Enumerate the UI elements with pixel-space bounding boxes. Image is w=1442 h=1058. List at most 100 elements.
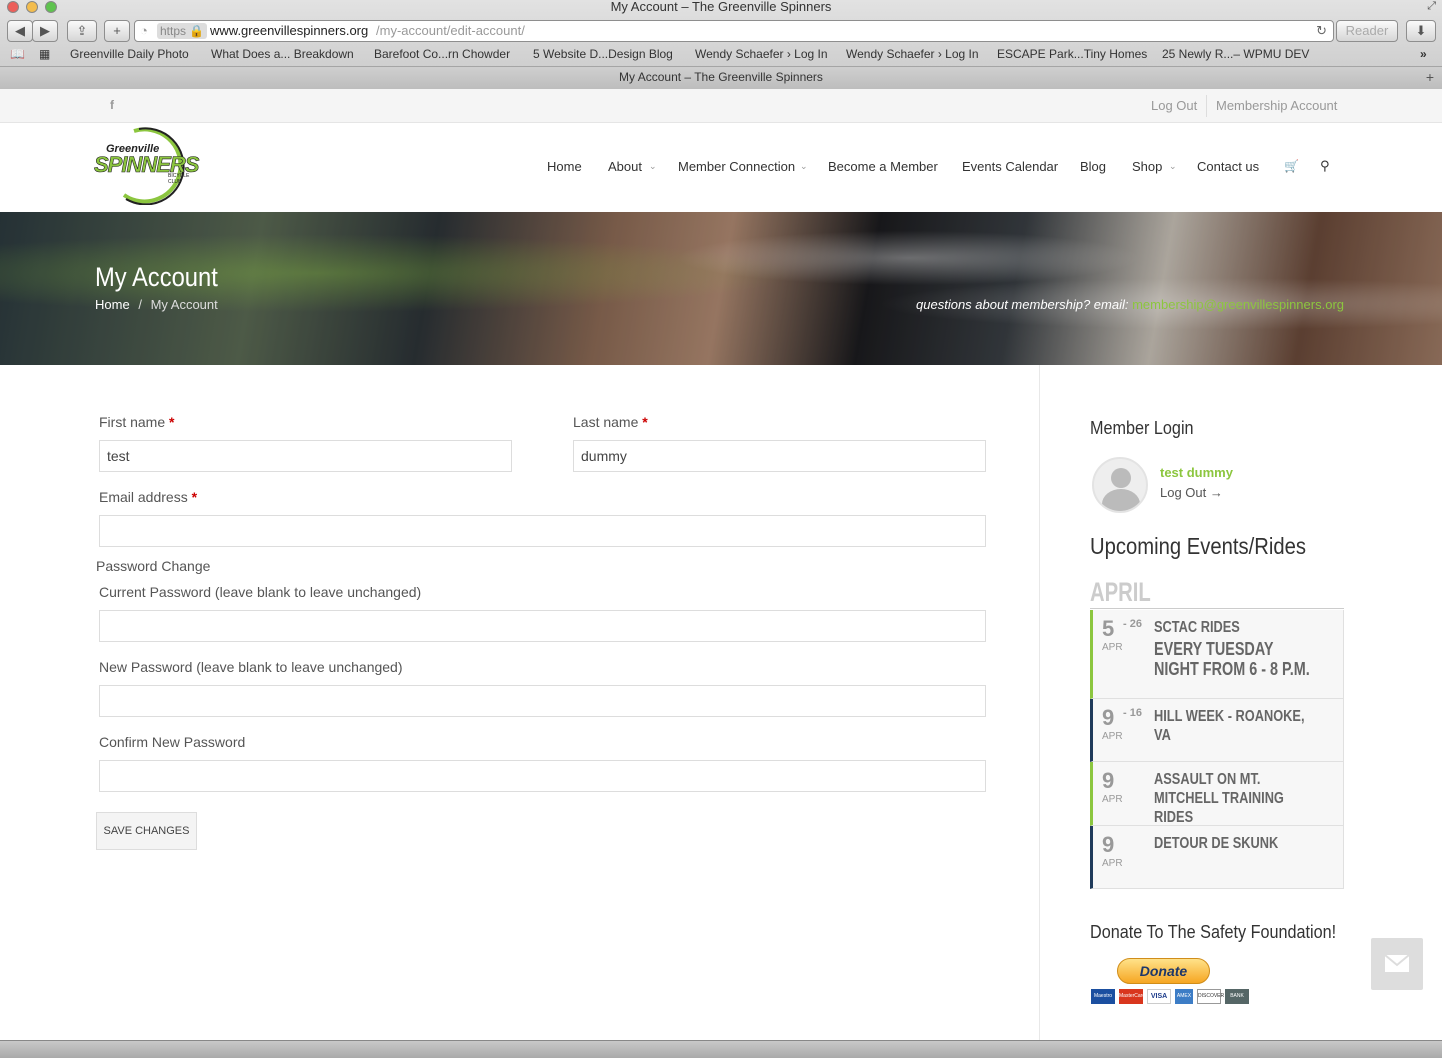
nav-blog[interactable]: Blog — [1080, 159, 1106, 174]
site-topbar: f Log Out Membership Account — [0, 89, 1442, 123]
nav-events-calendar[interactable]: Events Calendar — [962, 159, 1058, 174]
top-sites-icon[interactable]: ▦ — [39, 45, 50, 63]
site-header: Greenville SPINNERS BICYCLE CLUB Home Ab… — [0, 123, 1442, 212]
nav-shop[interactable]: Shop — [1132, 159, 1162, 174]
first-name-input[interactable]: test — [99, 440, 512, 472]
new-tab-icon[interactable]: + — [1426, 67, 1434, 88]
topbar-divider — [1206, 95, 1207, 117]
more-bookmarks-icon[interactable]: » — [1420, 45, 1427, 63]
cart-icon[interactable]: 🛒 — [1284, 159, 1299, 173]
avatar — [1092, 457, 1148, 513]
facebook-icon[interactable]: f — [110, 98, 114, 112]
reload-icon[interactable]: ↻ — [1316, 21, 1327, 41]
reader-button[interactable]: Reader — [1336, 20, 1398, 42]
bank-icon: BANK — [1225, 989, 1249, 1004]
share-icon: ⇪ — [76, 23, 88, 38]
zoom-window-icon[interactable] — [45, 1, 57, 13]
plus-icon: + — [113, 23, 121, 38]
status-strip — [0, 1040, 1442, 1058]
url-path: /my-account/edit-account/ — [376, 23, 525, 38]
mastercard-icon: MasterCard — [1119, 989, 1145, 1004]
close-window-icon[interactable] — [7, 1, 19, 13]
back-button[interactable]: ◀ — [7, 20, 33, 42]
minimize-window-icon[interactable] — [26, 1, 38, 13]
password-change-legend: Password Change — [96, 558, 211, 574]
browser-toolbar: ◀ ▶ ⇪ + ◔ https 🔒 www.greenvillespinners… — [0, 18, 1442, 44]
amex-card-icon: AMEX — [1175, 989, 1193, 1004]
bookmark-item[interactable]: What Does a... Breakdown — [211, 45, 354, 63]
donate-title: Donate To The Safety Foundation! — [1090, 922, 1337, 942]
envelope-icon — [1384, 954, 1410, 972]
events-month: APRIL — [1090, 577, 1151, 607]
loading-icon: ◔ — [140, 23, 148, 38]
bookmark-item[interactable]: 25 Newly R...– WPMU DEV — [1162, 45, 1309, 63]
email-input[interactable] — [99, 515, 986, 547]
membership-account-link[interactable]: Membership Account — [1216, 98, 1337, 113]
bookmark-item[interactable]: 5 Website D...Design Blog — [533, 45, 673, 63]
reading-list-icon[interactable]: 📖 — [10, 45, 25, 63]
arrow-left-icon: ◀ — [15, 23, 25, 38]
first-name-label: First name * — [99, 414, 175, 430]
bookmark-item[interactable]: Greenville Daily Photo — [70, 45, 189, 63]
nav-about[interactable]: About — [608, 159, 642, 174]
nav-contact-us[interactable]: Contact us — [1197, 159, 1259, 174]
nav-become-a-member[interactable]: Become a Member — [828, 159, 938, 174]
event-subtitle: EVERY TUESDAY NIGHT FROM 6 - 8 P.M. — [1154, 639, 1310, 679]
member-login-title: Member Login — [1090, 418, 1194, 438]
address-bar[interactable]: ◔ https 🔒 www.greenvillespinners.org /my… — [134, 20, 1334, 42]
last-name-label: Last name * — [573, 414, 648, 430]
contact-float-button[interactable] — [1371, 938, 1423, 990]
arrow-right-icon: ▶ — [40, 23, 50, 38]
sidebar-logout-link[interactable]: Log Out → — [1160, 485, 1223, 500]
page-hero: My Account Home / My Account questions a… — [0, 212, 1442, 365]
search-icon[interactable]: ⚲ — [1320, 158, 1330, 174]
save-changes-button[interactable]: SAVE CHANGES — [96, 812, 197, 850]
new-password-label: New Password (leave blank to leave uncha… — [99, 659, 403, 675]
bookmark-item[interactable]: Wendy Schaefer › Log In — [695, 45, 828, 63]
month-divider — [1090, 608, 1344, 609]
new-tab-button[interactable]: + — [104, 20, 130, 42]
visa-card-icon: VISA — [1147, 989, 1171, 1004]
event-title: ASSAULT ON MT. MITCHELL TRAINING RIDES — [1154, 771, 1284, 826]
download-icon: ⬇ — [1415, 23, 1427, 38]
event-item[interactable]: 9- 16 APR HILL WEEK - ROANOKE, VA — [1090, 699, 1344, 762]
chevron-down-icon: ⌄ — [1169, 161, 1177, 171]
tab-title[interactable]: My Account – The Greenville Spinners — [619, 70, 823, 84]
logout-link[interactable]: Log Out — [1151, 98, 1197, 113]
fullscreen-icon[interactable]: ⤢ — [1427, 0, 1436, 13]
nav-member-connection[interactable]: Member Connection — [678, 159, 795, 174]
confirm-password-input[interactable] — [99, 760, 986, 792]
chevron-down-icon: ⌄ — [649, 161, 657, 171]
share-button[interactable]: ⇪ — [67, 20, 97, 42]
forward-button[interactable]: ▶ — [32, 20, 58, 42]
breadcrumb-home[interactable]: Home — [95, 297, 130, 312]
event-item[interactable]: 9 APR DETOUR DE SKUNK — [1090, 826, 1344, 889]
window-title: My Account – The Greenville Spinners — [610, 0, 832, 14]
current-password-input[interactable] — [99, 610, 986, 642]
user-name-link[interactable]: test dummy — [1160, 465, 1233, 480]
logo-sub-text: BICYCLE CLUB — [168, 173, 190, 185]
confirm-password-label: Confirm New Password — [99, 734, 246, 750]
bookmark-item[interactable]: ESCAPE Park...Tiny Homes — [997, 45, 1147, 63]
breadcrumb: Home / My Account — [95, 297, 218, 312]
event-item[interactable]: 5- 26 APR SCTAC RIDES EVERY TUESDAY NIGHT … — [1090, 610, 1344, 699]
breadcrumb-current: My Account — [150, 297, 218, 312]
event-item[interactable]: 9 APR ASSAULT ON MT. MITCHELL TRAINING RI… — [1090, 762, 1344, 826]
membership-email-link[interactable]: membership@greenvillespinners.org — [1132, 297, 1344, 312]
page-title: My Account — [95, 262, 218, 292]
last-name-input[interactable]: dummy — [573, 440, 986, 472]
browser-chrome: My Account – The Greenville Spinners ⤢ ◀… — [0, 0, 1442, 89]
bookmark-item[interactable]: Barefoot Co...rn Chowder — [374, 45, 510, 63]
bookmark-item[interactable]: Wendy Schaefer › Log In — [846, 45, 979, 63]
event-title: HILL WEEK - ROANOKE, VA — [1154, 708, 1305, 744]
discover-card-icon: DISCOVER — [1197, 989, 1224, 1004]
event-title: SCTAC RIDES — [1154, 619, 1240, 636]
site-logo[interactable]: Greenville SPINNERS BICYCLE CLUB — [94, 125, 204, 206]
downloads-button[interactable]: ⬇ — [1406, 20, 1436, 42]
event-title: DETOUR DE SKUNK — [1154, 835, 1279, 852]
new-password-input[interactable] — [99, 685, 986, 717]
current-password-label: Current Password (leave blank to leave u… — [99, 584, 422, 600]
nav-home[interactable]: Home — [547, 159, 582, 174]
tab-bar: My Account – The Greenville Spinners + — [0, 66, 1442, 89]
donate-button[interactable]: Donate — [1117, 958, 1210, 984]
